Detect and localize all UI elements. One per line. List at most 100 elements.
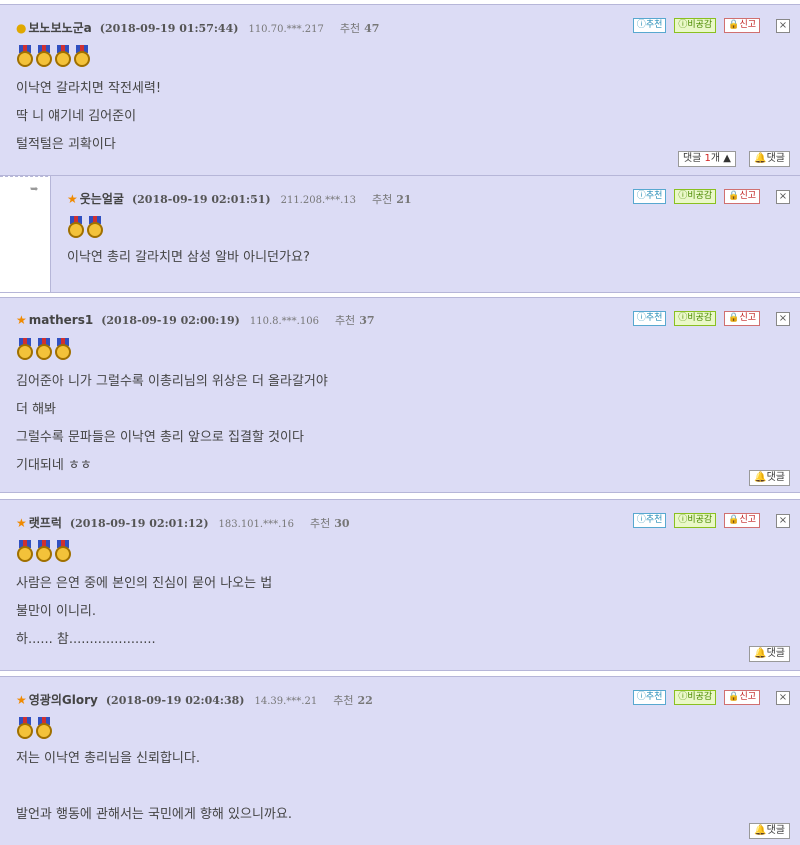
comment-body: 저는 이낙연 총리님을 신뢰합니다. 발언과 행동에 관해서는 국민에게 향해 있…	[16, 745, 292, 829]
recommend-label: 추천	[339, 22, 361, 35]
reply-count-button[interactable]: 댓글 1개 ▲	[677, 151, 736, 167]
medal-icon	[73, 45, 91, 67]
comment: ★ 영광의Glory (2018-09-19 02:04:38) 14.39.*…	[0, 676, 800, 845]
comment-body: 이낙연 갈라치면 작전세력! 딱 니 얘기네 김어준이 털적털은 괴확이다	[16, 75, 161, 159]
comment-ip: 110.70.***.217	[248, 24, 324, 35]
nonrecommend-button[interactable]: ⓘ비공감	[674, 690, 717, 705]
report-label: 신고	[739, 191, 756, 201]
comment-header: ★ 웃는얼굴 (2018-09-19 02:01:51) 211.208.***…	[67, 190, 412, 207]
comment-nick[interactable]: mathers1	[29, 313, 93, 327]
recommend-button[interactable]: ⓘ추천	[632, 189, 667, 204]
star-icon: ★	[16, 693, 27, 707]
report-label: 신고	[739, 515, 756, 525]
medal-icon	[86, 216, 104, 238]
medal-icon	[16, 338, 34, 360]
star-icon: ★	[16, 313, 27, 327]
comment-actions: ⓘ추천 ⓘ비공감 🔒신고 ×	[632, 690, 790, 705]
comment-line: 저는 이낙연 총리님을 신뢰합니다.	[16, 751, 200, 766]
close-icon[interactable]: ×	[776, 690, 790, 705]
comment-ip: 211.208.***.13	[280, 195, 357, 206]
report-button[interactable]: 🔒신고	[724, 311, 760, 326]
recommend-count: 37	[359, 314, 375, 327]
comment-nick[interactable]: 웃는얼굴	[80, 190, 124, 207]
recommend-label: 추천	[333, 694, 354, 707]
medal-icon	[54, 540, 72, 562]
reply-button[interactable]: 🔔댓글	[749, 151, 790, 167]
comment-line: 그럴수록 문파들은 이낙연 총리 앞으로 집결할 것이다	[16, 430, 304, 445]
recommend-label: 추천	[334, 314, 356, 327]
reply-count-prefix: 댓글	[682, 153, 705, 164]
comment-nick[interactable]: 랫프럭	[29, 514, 62, 531]
medal-row	[16, 717, 53, 739]
report-button[interactable]: 🔒신고	[724, 690, 760, 705]
reply-label: 댓글	[766, 153, 785, 164]
comment: ★ 랫프럭 (2018-09-19 02:01:12) 183.101.***.…	[0, 499, 800, 671]
report-label: 신고	[739, 313, 756, 323]
recommend-count: 30	[334, 517, 350, 530]
comment-nick[interactable]: 영광의Glory	[29, 691, 98, 708]
reply-count-suffix: 개 ▲	[710, 153, 731, 164]
comment-line: 발언과 행동에 관해서는 국민에게 향해 있으니까요.	[16, 807, 292, 822]
reply-arrow-icon: ➥	[30, 184, 39, 195]
comment-line: 김어준아 니가 그럴수록 이총리님의 위상은 더 올라갈거야	[16, 374, 328, 389]
recommend-button[interactable]: ⓘ추천	[632, 690, 667, 705]
report-button[interactable]: 🔒신고	[724, 189, 760, 204]
recommend-button[interactable]: ⓘ추천	[632, 18, 667, 33]
comment-line: 더 해봐	[16, 402, 57, 417]
comment-ip: 14.39.***.21	[254, 696, 318, 707]
recommend-count: 22	[357, 694, 373, 707]
star-icon: ★	[67, 192, 78, 206]
nonrecommend-button[interactable]: ⓘ비공감	[674, 189, 717, 204]
comment-line: 이낙연 총리 갈라치면 삼성 알바 아니던가요?	[67, 250, 310, 265]
medal-icon	[35, 717, 53, 739]
reply-button[interactable]: 🔔댓글	[749, 470, 790, 486]
nonrecommend-button[interactable]: ⓘ비공감	[674, 311, 717, 326]
close-icon[interactable]: ×	[776, 18, 790, 33]
comment-header: ★ mathers1 (2018-09-19 02:00:19) 110.8.*…	[16, 312, 375, 328]
medal-row	[16, 540, 72, 562]
recommend-button[interactable]: ⓘ추천	[632, 311, 667, 326]
report-button[interactable]: 🔒신고	[724, 18, 760, 33]
comment-header: ★ 랫프럭 (2018-09-19 02:01:12) 183.101.***.…	[16, 514, 350, 531]
comment: ★ mathers1 (2018-09-19 02:00:19) 110.8.*…	[0, 297, 800, 493]
nonrecommend-button[interactable]: ⓘ비공감	[674, 513, 717, 528]
reply-container: ★ 웃는얼굴 (2018-09-19 02:01:51) 211.208.***…	[50, 176, 800, 292]
close-icon[interactable]: ×	[776, 311, 790, 326]
report-button[interactable]: 🔒신고	[724, 513, 760, 528]
medal-icon	[35, 45, 53, 67]
medal-icon	[35, 540, 53, 562]
reply-label: 댓글	[766, 825, 785, 836]
reply-label: 댓글	[766, 648, 785, 659]
comment-date: (2018-09-19 01:57:44)	[99, 22, 239, 35]
comment-body: 김어준아 니가 그럴수록 이총리님의 위상은 더 올라갈거야더 해봐그럴수록 문…	[16, 368, 328, 480]
comment-body: 이낙연 총리 갈라치면 삼성 알바 아니던가요?	[67, 244, 310, 272]
close-icon[interactable]: ×	[776, 189, 790, 204]
medal-icon	[67, 216, 85, 238]
medal-row	[67, 216, 104, 238]
medal-icon	[35, 338, 53, 360]
comment: ● 보노보노군a (2018-09-19 01:57:44) 110.70.**…	[0, 4, 800, 176]
comment-header: ● 보노보노군a (2018-09-19 01:57:44) 110.70.**…	[16, 19, 379, 36]
medal-head-icon: ●	[16, 21, 27, 35]
comment-line: 털적털은 괴확이다	[16, 137, 116, 152]
medal-row	[16, 45, 91, 67]
medal-icon	[16, 45, 34, 67]
comment-actions: ⓘ추천 ⓘ비공감 🔒신고 ×	[632, 18, 790, 33]
comment-line: 딱 니 얘기네 김어준이	[16, 109, 137, 124]
reply-button[interactable]: 🔔댓글	[749, 823, 790, 839]
close-icon[interactable]: ×	[776, 513, 790, 528]
comment-line: 불만이 이니리.	[16, 604, 97, 619]
comment-nick[interactable]: 보노보노군a	[28, 19, 91, 36]
comment-ip: 183.101.***.16	[218, 519, 294, 530]
comment-ip: 110.8.***.106	[249, 316, 319, 327]
comment-line: 하...... 참.....................	[16, 632, 156, 647]
recommend-label: 추천	[372, 193, 393, 206]
report-label: 신고	[739, 20, 756, 30]
reply-label: 댓글	[766, 472, 785, 483]
star-icon: ★	[16, 516, 27, 530]
recommend-label: 추천	[309, 517, 331, 530]
nonrecommend-button[interactable]: ⓘ비공감	[674, 18, 717, 33]
recommend-button[interactable]: ⓘ추천	[632, 513, 667, 528]
reply-button[interactable]: 🔔댓글	[749, 646, 790, 662]
medal-icon	[16, 540, 34, 562]
